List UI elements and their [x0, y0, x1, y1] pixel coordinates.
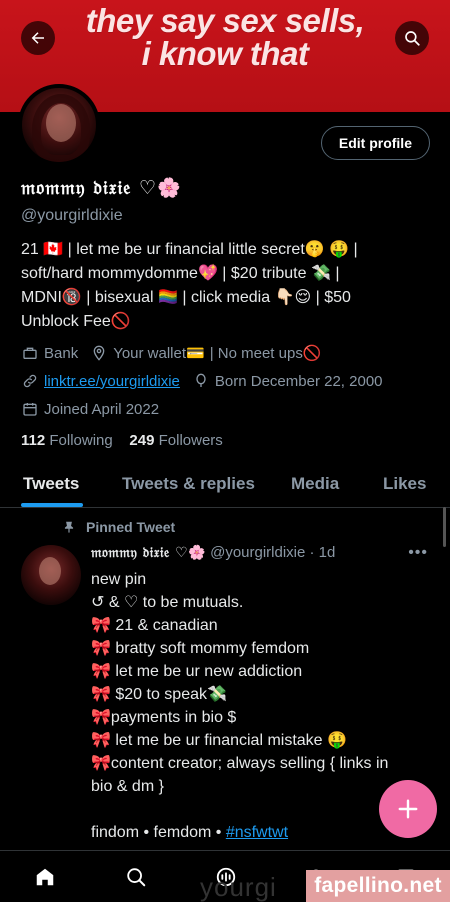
tweet-author-handle: @yourgirldixie · 1d	[210, 544, 336, 561]
profile-meta-row: Joined April 2022	[21, 400, 159, 418]
profile-tabs: Tweets Tweets & replies Media Likes	[0, 464, 450, 508]
edit-profile-button[interactable]: Edit profile	[320, 126, 430, 160]
profile-birthday: Born December 22, 2000	[214, 372, 383, 390]
tweet-line: 🎀payments in bio $	[91, 709, 237, 726]
tab-tweets-replies[interactable]: Tweets & replies	[122, 474, 255, 494]
followers-link[interactable]: 249 Followers	[129, 432, 222, 449]
profile-category: Bank	[44, 344, 79, 362]
tab-media[interactable]: Media	[291, 474, 339, 494]
back-arrow-icon	[31, 32, 44, 44]
bank-icon	[21, 344, 39, 362]
user-handle: @yourgirldixie	[21, 207, 123, 224]
profile-location: Your wallet💳	[113, 345, 205, 362]
tweet-line: ↺ & ♡ to be mutuals.	[91, 594, 244, 611]
hashtag-link[interactable]: #nsfwtwt	[226, 824, 288, 841]
profile-bio: 21 🇨🇦 | let me be ur financial little se…	[21, 238, 431, 334]
profile-joined: Joined April 2022	[44, 400, 160, 418]
follow-stats: 112 Following 249 Followers	[21, 432, 223, 449]
tweet-header: 𝔪𝔬𝔪𝔪𝔶 𝔡𝔦𝔵𝔦𝔢 ♡🌸 @yourgirldixie · 1d	[91, 544, 335, 561]
tab-tweets[interactable]: Tweets	[23, 474, 79, 494]
bio-line: soft/hard mommydomme💖 | $20 tribute 💸 |	[21, 265, 340, 282]
tweet-line: 🎀 let me be ur new addiction	[91, 663, 303, 680]
more-options-icon[interactable]: •••	[408, 544, 428, 562]
plus-icon	[398, 799, 418, 819]
followers-label: Followers	[158, 432, 223, 449]
bio-line: MDNI🔞 | bisexual 🏳️‍🌈 | click media 👇🏻😌 …	[21, 289, 351, 306]
following-label: Following	[49, 432, 113, 449]
compose-tweet-button[interactable]	[379, 780, 437, 838]
location-icon	[90, 344, 108, 362]
tweet-line: 🎀 21 & canadian	[91, 617, 218, 634]
pin-icon	[62, 519, 76, 535]
tab-likes[interactable]: Likes	[383, 474, 426, 494]
calendar-icon	[21, 400, 39, 418]
balloon-icon	[192, 372, 210, 390]
tweet-line: 🎀 let me be ur financial mistake 🤑	[91, 732, 347, 749]
tweet-footer-text: findom • femdom •	[91, 824, 226, 841]
bio-line: 21 🇨🇦 | let me be ur financial little se…	[21, 241, 358, 258]
profile-meta-row: Bank Your wallet💳 | No meet ups🚫	[21, 344, 322, 362]
tweet-line: new pin	[91, 571, 147, 588]
profile-meta-row: linktr.ee/yourgirldixie Born December 22…	[21, 372, 383, 390]
banner-line-1: they say sex sells,	[85, 2, 365, 39]
back-button[interactable]	[21, 21, 55, 55]
tweet-line: 🎀 bratty soft mommy femdom	[91, 640, 310, 657]
display-name: 𝔪𝔬𝔪𝔪𝔶 𝔡𝔦𝔵𝔦𝔢 ♡🌸	[21, 177, 182, 199]
tweet-avatar[interactable]	[21, 545, 81, 605]
banner-line-2: i know that	[141, 35, 309, 72]
banner-text: they say sex sells, i know that	[60, 4, 390, 70]
profile-link[interactable]: linktr.ee/yourgirldixie	[44, 373, 180, 390]
following-link[interactable]: 112 Following	[21, 432, 113, 449]
active-tab-indicator	[21, 503, 83, 507]
followers-count: 249	[129, 432, 155, 449]
watermark-label: fapellino.net	[306, 870, 450, 902]
home-icon[interactable]	[33, 865, 57, 889]
pinned-tweet-label: Pinned Tweet	[62, 519, 175, 535]
profile-avatar[interactable]	[18, 84, 100, 166]
tweet-line: 🎀content creator; always selling { links…	[91, 755, 389, 772]
tweet-line: 🎀 $20 to speak💸	[91, 686, 227, 703]
watermark-ghost-text: yourgi	[200, 872, 277, 902]
search-nav-icon[interactable]	[124, 865, 148, 889]
following-count: 112	[21, 432, 46, 449]
bio-line: Unblock Fee🚫	[21, 313, 131, 330]
profile-location-extra: | No meet ups🚫	[209, 345, 322, 362]
search-button[interactable]	[395, 21, 429, 55]
tweet-author-name[interactable]: 𝔪𝔬𝔪𝔪𝔶 𝔡𝔦𝔵𝔦𝔢 ♡🌸	[91, 545, 206, 561]
pinned-text: Pinned Tweet	[86, 519, 176, 535]
scrollbar[interactable]	[443, 507, 446, 547]
search-icon	[405, 31, 420, 46]
link-icon	[21, 372, 39, 390]
